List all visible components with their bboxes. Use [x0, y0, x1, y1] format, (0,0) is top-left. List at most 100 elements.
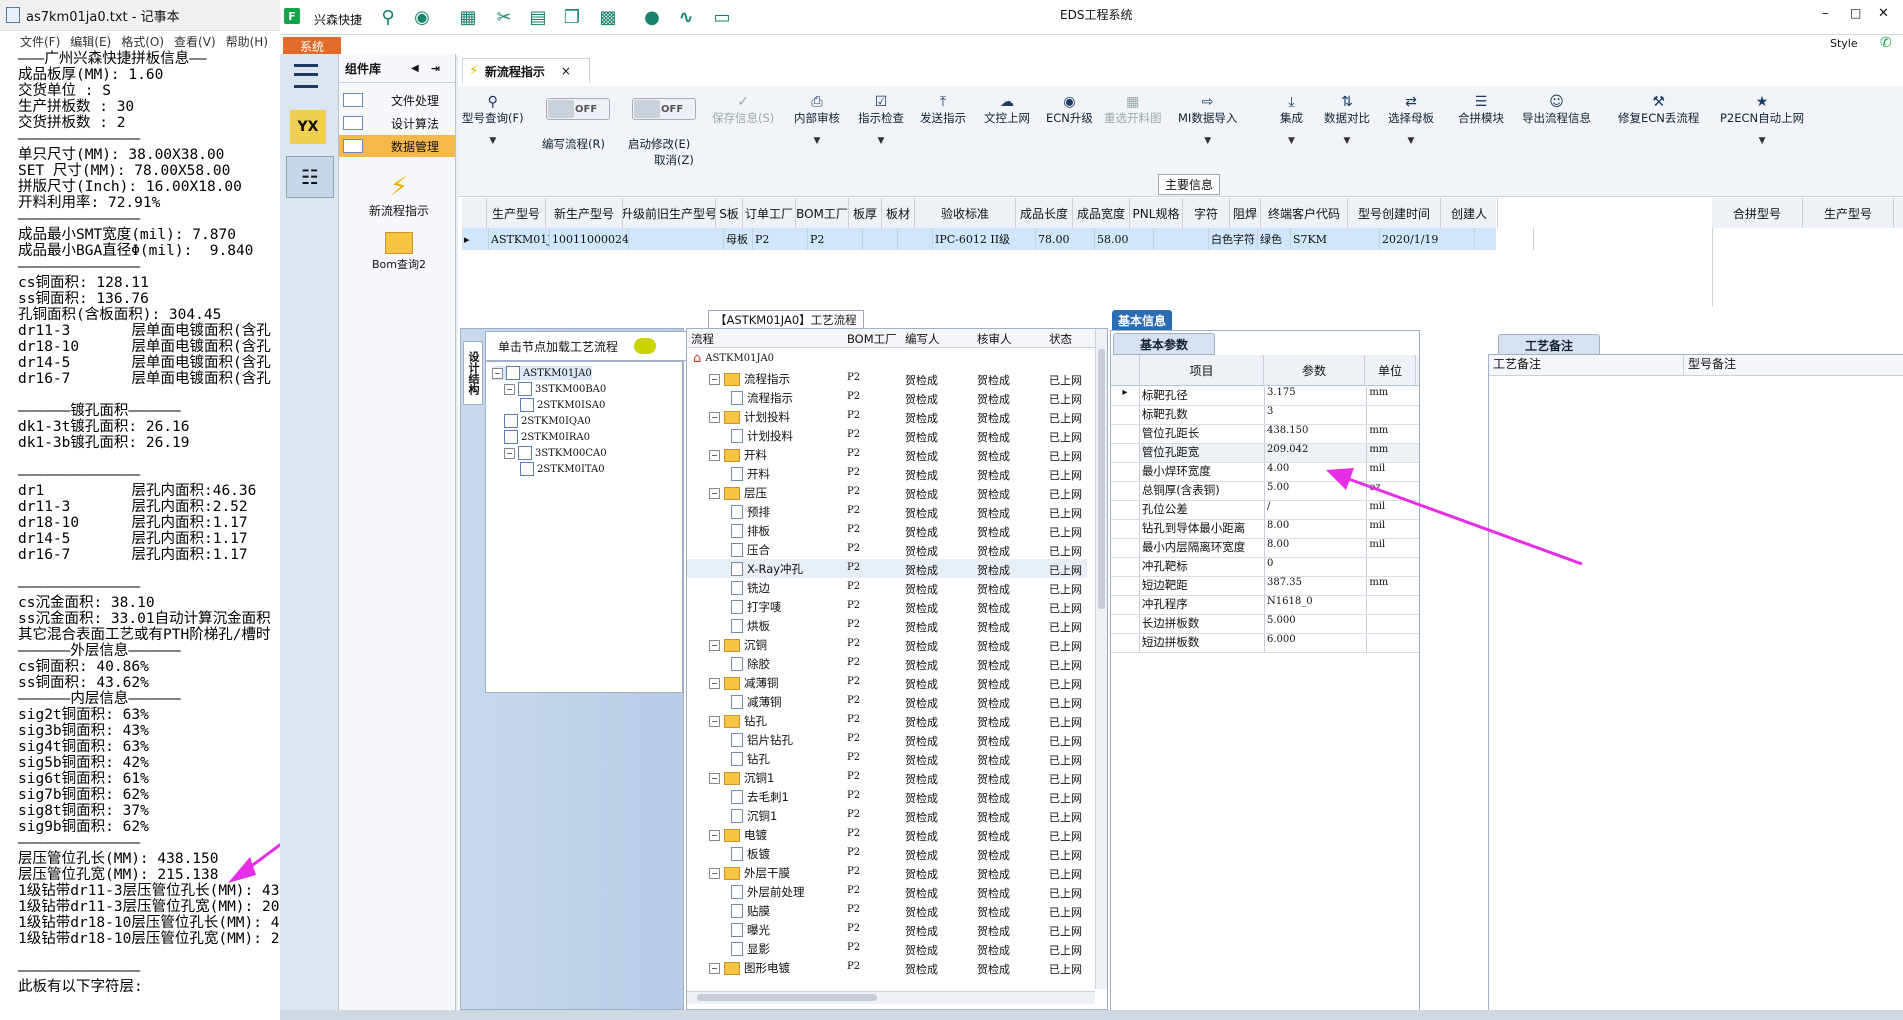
process-row[interactable]: − 外层干膜 P2 贺检成 贺检成 已上网	[687, 863, 1087, 882]
param-value[interactable]: 3	[1265, 406, 1368, 424]
reselect-cut-button[interactable]: ▦ 重选开料图	[1104, 94, 1162, 126]
process-col-header[interactable]: 编写人	[905, 331, 940, 347]
pin-icon[interactable]: ⇥	[431, 62, 440, 75]
master-col-header[interactable]: 成品长度	[1016, 198, 1073, 228]
process-row[interactable]: − 电镀 P2 贺检成 贺检成 已上网	[687, 825, 1087, 844]
process-row[interactable]: 铣边 P2 贺检成 贺检成 已上网	[687, 578, 1087, 597]
tree-node[interactable]: − ASTKM01JA0	[492, 366, 592, 380]
process-row[interactable]: − 沉铜 P2 贺检成 贺检成 已上网	[687, 635, 1087, 654]
integrate-button[interactable]: ⤓ 集成 ▼	[1280, 94, 1303, 146]
process-row[interactable]: 打字唛 P2 贺检成 贺检成 已上网	[687, 597, 1087, 616]
process-row[interactable]: − 钻孔 P2 贺检成 贺检成 已上网	[687, 711, 1087, 730]
process-row[interactable]: − 图形电镀 P2 贺检成 贺检成 已上网	[687, 958, 1087, 977]
param-row[interactable]: 管位孔距长 438.150 mm	[1111, 425, 1419, 444]
collapse-toggle-icon[interactable]: −	[709, 715, 720, 727]
chart-icon[interactable]: ∿	[674, 6, 698, 28]
style-dropdown[interactable]: Style	[1830, 37, 1858, 50]
process-col-header[interactable]: 核审人	[977, 331, 1012, 347]
param-value[interactable]: N1618_0	[1265, 596, 1368, 614]
internal-review-button[interactable]: ⎙ 内部审核 ▼	[794, 94, 840, 146]
write-flow-toggle[interactable]: OFF	[546, 98, 610, 120]
process-row[interactable]: 铝片钻孔 P2 贺检成 贺检成 已上网	[687, 730, 1087, 749]
process-row[interactable]: 减薄铜 P2 贺检成 贺检成 已上网	[687, 692, 1087, 711]
process-row[interactable]: 预排 P2 贺检成 贺检成 已上网	[687, 502, 1087, 521]
param-value[interactable]: 5.000	[1265, 615, 1368, 633]
master-col-header[interactable]: 阻焊	[1230, 198, 1261, 228]
send-instruction-button[interactable]: ⤒ 发送指示	[920, 94, 966, 126]
process-row[interactable]: − 沉铜1 P2 贺检成 贺检成 已上网	[687, 768, 1087, 787]
dropdown-icon[interactable]: ▼	[1178, 136, 1237, 146]
process-row[interactable]: X-Ray冲孔 P2 贺检成 贺检成 已上网	[687, 559, 1087, 578]
hamburger-menu-icon[interactable]	[294, 64, 318, 88]
model-query-button[interactable]: ⚲ 型号查询(F) ▼	[462, 94, 524, 146]
process-row[interactable]: 外层前处理 P2 贺检成 贺检成 已上网	[687, 882, 1087, 901]
process-row[interactable]: 排板 P2 贺检成 贺检成 已上网	[687, 521, 1087, 540]
expand-toggle-icon[interactable]: −	[504, 447, 515, 459]
doc-tab-new-flow[interactable]: ⚡ 新流程指示 ×	[462, 58, 590, 83]
phone-icon[interactable]: ✆	[1880, 35, 1892, 51]
process-row[interactable]: − 开料 P2 贺检成 贺检成 已上网	[687, 445, 1087, 464]
param-row[interactable]: 短边拼板数 6.000	[1111, 634, 1419, 653]
tree-node[interactable]: 2STKM0IQA0	[504, 414, 591, 428]
collapse-toggle-icon[interactable]: −	[709, 639, 720, 651]
master-col-header[interactable]: 升级前旧生产型号	[623, 198, 716, 228]
tree-node[interactable]: − 3STKM00CA0	[504, 446, 607, 460]
comp-item-data[interactable]: 数据管理	[339, 135, 455, 157]
param-row[interactable]: 短边靶距 387.35 mm	[1111, 577, 1419, 596]
collapse-arrow-icon[interactable]: ◀	[411, 63, 419, 74]
process-col-header[interactable]: 状态	[1049, 331, 1072, 347]
param-value[interactable]: 6.000	[1265, 634, 1368, 652]
menu-help[interactable]: 帮助(H)	[226, 33, 268, 50]
menu-file[interactable]: 文件(F)	[20, 33, 60, 50]
expand-toggle-icon[interactable]: −	[504, 383, 515, 395]
collapse-toggle-icon[interactable]: −	[709, 677, 720, 689]
param-value[interactable]: 387.35	[1265, 577, 1368, 595]
master-col-header[interactable]: 成品宽度	[1073, 198, 1130, 228]
user-icon[interactable]: ●	[640, 6, 664, 28]
collapse-toggle-icon[interactable]: −	[709, 449, 720, 461]
process-row[interactable]: − 流程指示 P2 贺检成 贺检成 已上网	[687, 369, 1087, 388]
master-col-header[interactable]: 字符	[1183, 198, 1230, 228]
collapse-toggle-icon[interactable]: −	[709, 411, 720, 423]
close-tab-button[interactable]: ×	[561, 64, 571, 78]
master-col-header[interactable]: S板	[716, 198, 743, 228]
table-icon[interactable]: ▦	[456, 6, 480, 28]
param-value[interactable]: 3.175	[1265, 387, 1368, 405]
maximize-button[interactable]: □	[1850, 6, 1861, 20]
param-row[interactable]: ▸ 标靶孔径 3.175 mm	[1111, 387, 1419, 406]
monitor-icon[interactable]: ▭	[710, 6, 734, 28]
process-root[interactable]: ⌂ ASTKM01JA0	[693, 351, 774, 366]
start-modify-toggle[interactable]: OFF	[632, 98, 696, 120]
process-row[interactable]: 压合 P2 贺检成 贺检成 已上网	[687, 540, 1087, 559]
save-info-button[interactable]: ✓ 保存信息(S)	[712, 94, 774, 126]
tree-node[interactable]: − 3STKM00BA0	[504, 382, 606, 396]
design-structure-vertical-tab[interactable]: 设计结构	[463, 341, 483, 405]
merge-module-button[interactable]: ☰ 合拼模块	[1458, 94, 1504, 126]
tree-node[interactable]: 2STKM0IRA0	[504, 430, 590, 444]
process-row[interactable]: − 计划投料 P2 贺检成 贺检成 已上网	[687, 407, 1087, 426]
param-row[interactable]: 标靶孔数 3	[1111, 406, 1419, 425]
yx-module-icon[interactable]: YX	[290, 110, 326, 144]
master-col-header[interactable]: 型号创建时间	[1348, 198, 1441, 228]
process-row[interactable]: 沉铜1 P2 贺检成 贺检成 已上网	[687, 806, 1087, 825]
process-row[interactable]: 曝光 P2 贺检成 贺检成 已上网	[687, 920, 1087, 939]
process-row[interactable]: 开料 P2 贺检成 贺检成 已上网	[687, 464, 1087, 483]
p2ecn-online-button[interactable]: ★ P2ECN自动上网 ▼	[1720, 94, 1804, 146]
instruction-check-button[interactable]: ☑ 指示检查 ▼	[858, 94, 904, 146]
tree-node[interactable]: 2STKM0ISA0	[520, 398, 605, 412]
search-icon[interactable]: ⚲	[376, 6, 400, 28]
master-col-header[interactable]: 创建人	[1441, 198, 1498, 228]
film-icon[interactable]: ▤	[526, 6, 550, 28]
process-row[interactable]: 贴膜 P2 贺检成 贺检成 已上网	[687, 901, 1087, 920]
merge-col-header[interactable]: 合拼型号	[1712, 198, 1803, 228]
process-row[interactable]: 显影 P2 贺检成 贺检成 已上网	[687, 939, 1087, 958]
merge-col-header[interactable]: 生产型号	[1803, 198, 1894, 228]
process-row[interactable]: − 层压 P2 贺检成 贺检成 已上网	[687, 483, 1087, 502]
row-indicator-icon[interactable]: ▸	[462, 228, 489, 250]
dropdown-icon[interactable]: ▼	[1388, 136, 1434, 146]
collapse-toggle-icon[interactable]: −	[709, 867, 720, 879]
dropdown-icon[interactable]: ▼	[1280, 136, 1303, 146]
menu-format[interactable]: 格式(O)	[121, 33, 164, 50]
data-compare-button[interactable]: ⇅ 数据对比 ▼	[1324, 94, 1370, 146]
collapse-toggle-icon[interactable]: −	[709, 829, 720, 841]
